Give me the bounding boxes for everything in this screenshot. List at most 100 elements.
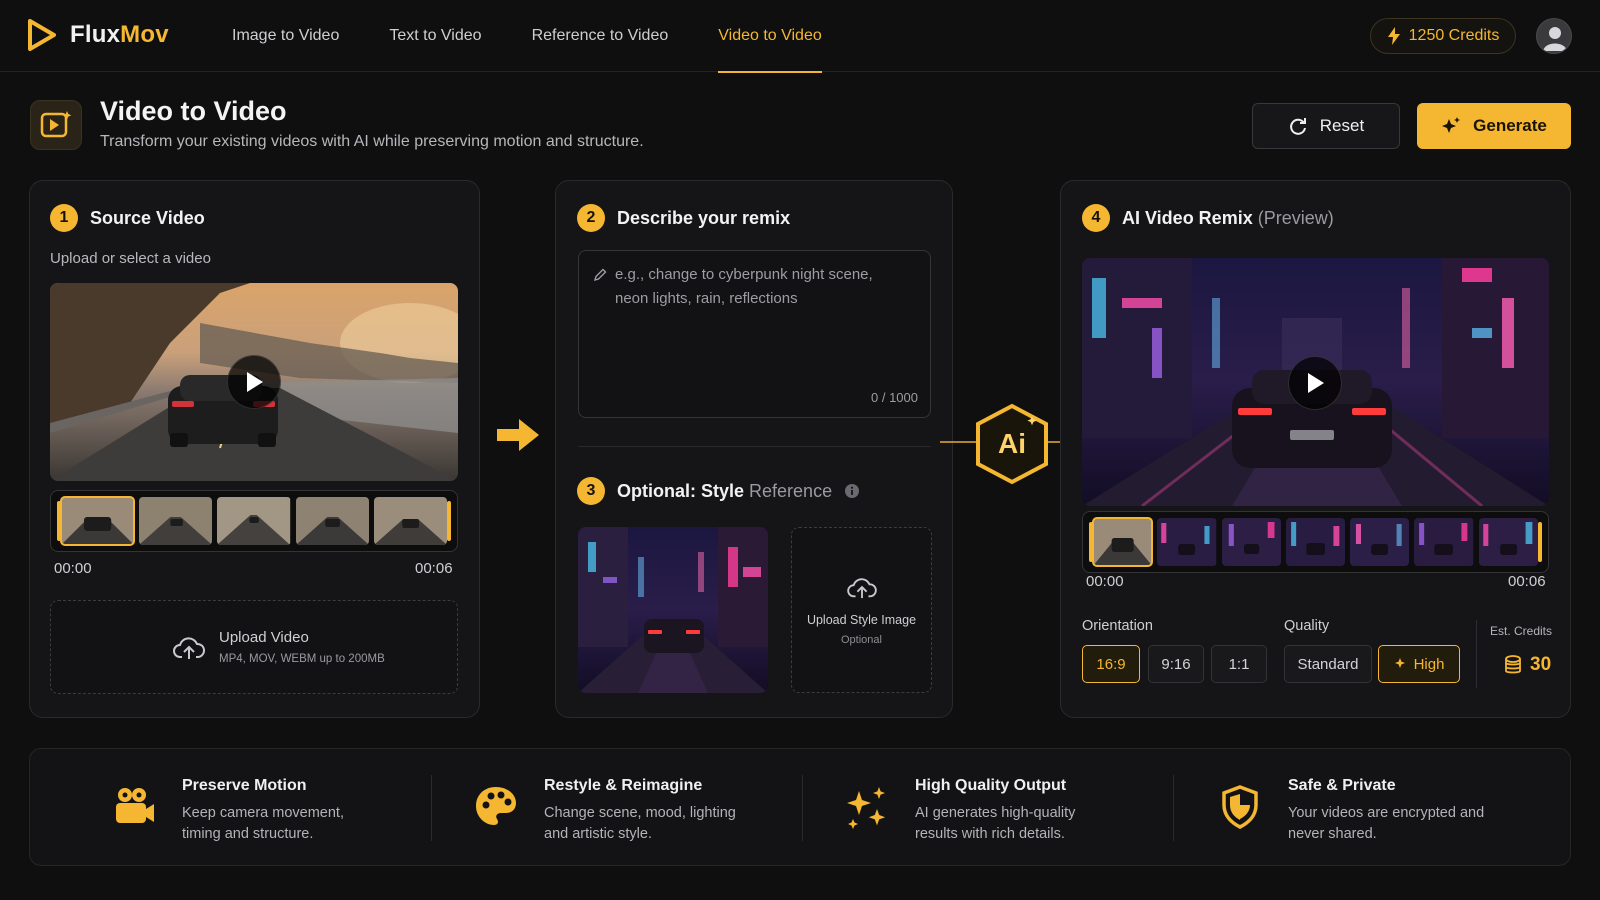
refresh-icon [1289, 118, 1306, 135]
features-bar: Preserve Motion Keep camera movement, ti… [29, 748, 1571, 866]
credits-count: 1250 Credits [1408, 27, 1500, 44]
feature-high-quality: High Quality Output AI generates high-qu… [803, 749, 1173, 867]
timeline-frame[interactable] [1350, 518, 1410, 566]
source-time-start: 00:00 [54, 560, 92, 577]
step-number: 4 [1082, 204, 1110, 232]
style-reference-image[interactable] [578, 527, 768, 693]
feature-desc: Change scene, mood, lighting and artisti… [544, 805, 736, 842]
reset-label: Reset [1319, 116, 1365, 135]
upload-video-dropzone[interactable]: Upload Video MP4, MOV, WEBM up to 200MB [50, 600, 458, 694]
play-icon [247, 372, 263, 392]
quality-high-button[interactable]: High [1378, 645, 1460, 683]
camera-icon [116, 788, 154, 823]
feature-desc: Your videos are encrypted and never shar… [1288, 805, 1485, 842]
reset-button[interactable]: Reset [1252, 103, 1400, 149]
step-number: 1 [50, 204, 78, 232]
trim-handle-end[interactable] [1538, 522, 1542, 562]
page-subtitle: Transform your existing videos with AI w… [100, 133, 644, 150]
play-logo-icon [28, 19, 56, 51]
result-play-button[interactable] [1288, 356, 1342, 410]
source-step-heading: 1 Source Video [50, 204, 205, 232]
user-icon [1543, 27, 1567, 51]
prompt-placeholder: e.g., change to cyberpunk night scene, n… [615, 266, 873, 307]
timeline-frame[interactable] [295, 497, 369, 545]
result-title: AI Video Remix (Preview) [1122, 207, 1334, 228]
sparkles-icon [847, 787, 886, 829]
feature-preserve-motion: Preserve Motion Keep camera movement, ti… [30, 749, 415, 867]
result-video-preview[interactable] [1082, 258, 1549, 506]
generate-button[interactable]: Generate [1417, 103, 1571, 149]
quality-standard-button[interactable]: Standard [1284, 645, 1372, 683]
nav-reference-to-video[interactable]: Reference to Video [532, 0, 669, 72]
play-icon [1308, 373, 1324, 393]
timeline-frame[interactable] [1285, 518, 1346, 566]
feature-title: High Quality Output [915, 777, 1067, 794]
timeline-frame[interactable] [1478, 518, 1538, 566]
nav-text-to-video[interactable]: Text to Video [389, 0, 481, 72]
source-timeline-strip[interactable] [50, 490, 458, 552]
cyberpunk-street-image [578, 527, 768, 693]
brand-name: FluxMov [70, 21, 169, 48]
feature-desc: Keep camera movement, timing and structu… [182, 805, 344, 842]
timeline-frame[interactable] [1091, 517, 1154, 567]
prompt-step-heading: 2 Describe your remix [577, 204, 790, 232]
credits-badge[interactable]: 1250 Credits [1370, 18, 1516, 54]
cloud-upload-icon [173, 637, 205, 659]
lightning-icon [1387, 27, 1400, 45]
source-video-preview[interactable] [50, 283, 458, 481]
timeline-frame[interactable] [1157, 518, 1217, 566]
source-play-button[interactable] [227, 355, 281, 409]
timeline-frame[interactable] [1221, 518, 1281, 566]
palette-icon [476, 787, 516, 825]
trim-handle-start[interactable] [1089, 522, 1093, 562]
ai-badge-label: Ai [998, 428, 1026, 459]
result-step-heading: 4 AI Video Remix (Preview) [1082, 204, 1334, 232]
quality-high-label: High [1413, 655, 1445, 673]
est-credits-value: 30 [1530, 654, 1552, 675]
style-title: Optional: Style Reference [617, 480, 833, 501]
prompt-title: Describe your remix [617, 207, 791, 228]
user-avatar[interactable] [1536, 18, 1572, 54]
upload-video-title: Upload Video [219, 629, 309, 646]
feature-restyle: Restyle & Reimagine Change scene, mood, … [432, 749, 802, 867]
result-timeline-strip[interactable] [1082, 511, 1549, 573]
timeline-frame[interactable] [217, 497, 291, 545]
generate-label: Generate [1473, 116, 1547, 135]
trim-handle-start[interactable] [57, 501, 61, 541]
orientation-1-1-button[interactable]: 1:1 [1211, 645, 1267, 683]
page-title: Video to Video [100, 96, 287, 126]
style-step-heading: 3 Optional: Style Reference [577, 477, 860, 505]
result-time-start: 00:00 [1086, 573, 1124, 590]
est-credits: 30 [1504, 654, 1551, 676]
source-title: Source Video [90, 207, 205, 228]
upload-style-image-dropzone[interactable]: Upload Style Image Optional [791, 527, 932, 693]
source-time-end: 00:06 [415, 560, 453, 577]
timeline-frame[interactable] [59, 496, 136, 546]
info-icon[interactable] [844, 483, 860, 499]
coins-stack-icon [1505, 655, 1521, 674]
timeline-frame[interactable] [139, 497, 213, 545]
sparkles-icon [1442, 117, 1461, 133]
orientation-label: Orientation [1082, 618, 1153, 634]
remix-prompt-input[interactable]: e.g., change to cyberpunk night scene, n… [578, 250, 931, 418]
brand-logo[interactable]: FluxMov [26, 18, 169, 52]
timeline-frame[interactable] [373, 497, 448, 545]
nav-image-to-video[interactable]: Image to Video [232, 0, 339, 72]
feature-desc: AI generates high-quality results with r… [915, 805, 1076, 842]
sparkle-icon [1394, 658, 1405, 668]
section-divider [578, 446, 931, 447]
result-time-end: 00:06 [1508, 573, 1546, 590]
orientation-9-16-button[interactable]: 9:16 [1148, 645, 1204, 683]
main-nav: Image to Video Text to Video Reference t… [232, 0, 872, 73]
upload-style-title: Upload Style Image [806, 613, 917, 627]
timeline-frame[interactable] [1414, 518, 1474, 566]
trim-handle-end[interactable] [447, 501, 451, 541]
feature-title: Safe & Private [1288, 777, 1396, 794]
quality-label: Quality [1284, 618, 1330, 634]
cloud-upload-icon [847, 578, 877, 599]
top-navbar: FluxMov Image to Video Text to Video Ref… [0, 0, 1600, 73]
step-number: 2 [577, 204, 605, 232]
orientation-16-9-button[interactable]: 16:9 [1082, 645, 1140, 683]
nav-video-to-video[interactable]: Video to Video [718, 0, 822, 73]
feature-title: Preserve Motion [182, 777, 307, 794]
